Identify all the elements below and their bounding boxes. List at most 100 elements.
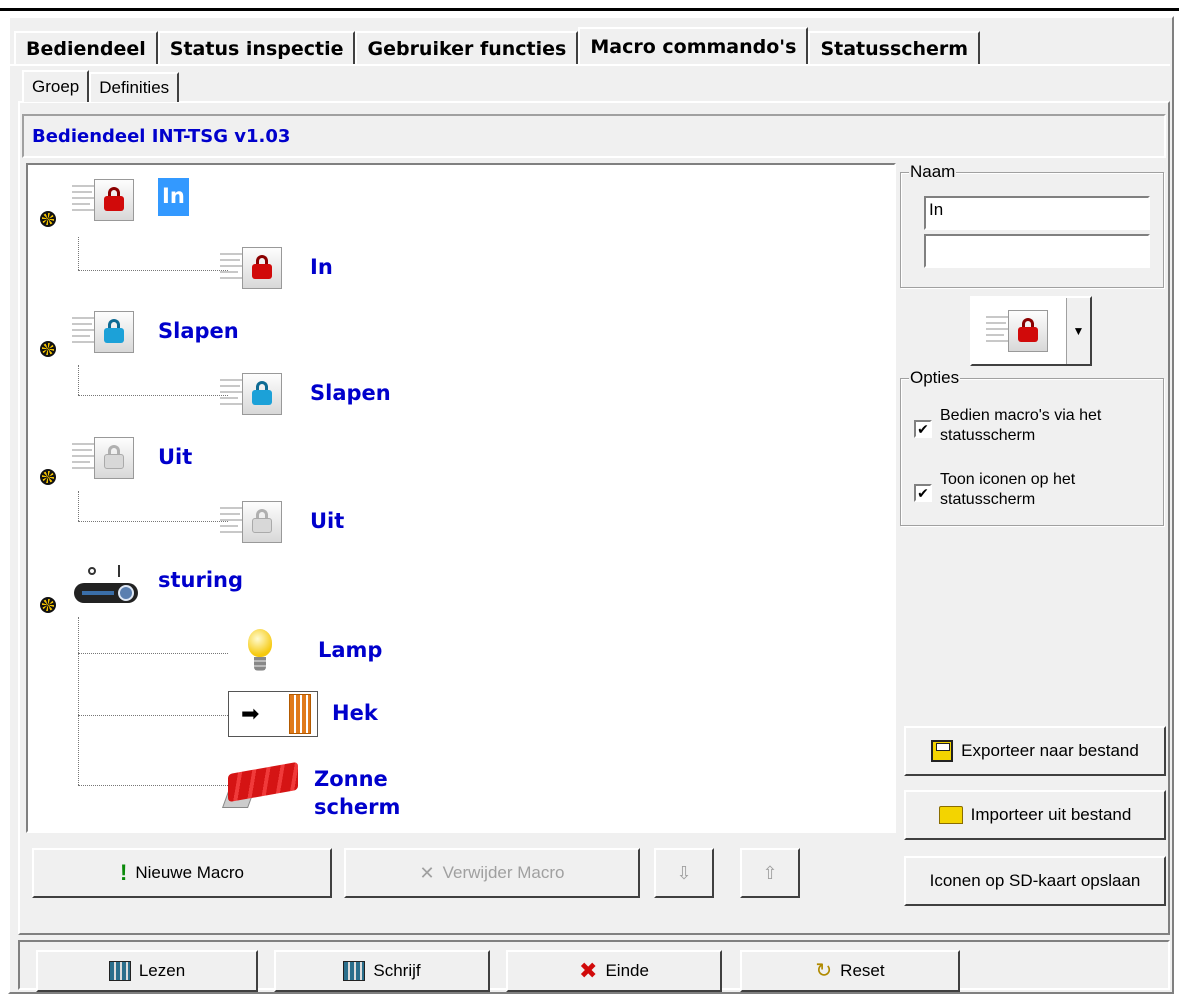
tree-group-slapen[interactable]: Slapen <box>72 307 239 357</box>
exclamation-icon: ! <box>120 860 128 885</box>
tree-item-in[interactable]: In <box>220 243 333 293</box>
save-icons-label: Iconen op SD-kaart opslaan <box>929 871 1141 890</box>
read-button[interactable]: Lezen <box>36 950 258 992</box>
switch-icon <box>72 561 142 611</box>
tab-gebruiker-functies[interactable]: Gebruiker functies <box>355 31 579 65</box>
tab-bediendeel[interactable]: Bediendeel <box>14 31 158 65</box>
tree-item-lamp[interactable]: Lamp <box>240 627 382 675</box>
tree-line <box>78 521 228 522</box>
naam-title: Naam <box>909 162 957 182</box>
tree-item-uit[interactable]: Uit <box>220 497 344 547</box>
tree-group-uit[interactable]: Uit <box>72 433 192 483</box>
tree-line <box>78 617 79 785</box>
tree-item-slapen[interactable]: Slapen <box>220 369 391 419</box>
subtab-groep[interactable]: Groep <box>22 70 90 102</box>
end-label: Einde <box>605 961 649 980</box>
top-border-line <box>0 8 1179 11</box>
tree-label[interactable]: Slapen <box>158 317 239 346</box>
import-button[interactable]: Importeer uit bestand <box>904 790 1166 840</box>
lock-grey-icon <box>72 433 142 483</box>
tree-line <box>78 785 228 786</box>
tree-label[interactable]: sturing <box>158 566 243 595</box>
export-label: Exporteer naar bestand <box>961 741 1139 760</box>
tree-expand-icon[interactable] <box>40 211 56 227</box>
tree-item-zonne-scherm[interactable]: Zonne scherm <box>221 755 400 822</box>
tree-label[interactable]: Uit <box>158 443 192 472</box>
tree-label[interactable]: Lamp <box>318 636 382 665</box>
awning-icon <box>221 762 302 812</box>
option-checkbox-2[interactable]: ✔ <box>914 484 932 502</box>
naam-field-2[interactable] <box>924 234 1150 268</box>
lock-blue-icon <box>220 369 290 419</box>
delete-x-icon: ✕ <box>419 863 435 883</box>
lock-red-icon <box>72 175 142 225</box>
write-button[interactable]: Schrijf <box>274 950 490 992</box>
option-checkbox-1[interactable]: ✔ <box>914 420 932 438</box>
read-label: Lezen <box>138 961 186 980</box>
export-button[interactable]: Exporteer naar bestand <box>904 726 1166 776</box>
tree-group-in[interactable]: In <box>72 175 189 225</box>
macro-tree[interactable]: In In Slapen Slapen Uit Uit sturing Lamp… <box>26 163 896 833</box>
save-icons-button[interactable]: Iconen op SD-kaart opslaan <box>904 856 1166 906</box>
tree-expand-icon[interactable] <box>40 469 56 485</box>
reset-icon: ↻ <box>815 960 833 982</box>
tree-line <box>78 365 79 395</box>
tab-macro-commandos[interactable]: Macro commando's <box>578 27 809 65</box>
chevron-down-icon[interactable]: ▼ <box>1066 298 1090 364</box>
tree-label[interactable]: Hek <box>332 699 378 728</box>
floppy-icon <box>931 740 954 762</box>
tree-label[interactable]: Slapen <box>310 379 391 408</box>
tree-label[interactable]: In <box>310 253 333 282</box>
tree-line <box>78 491 79 521</box>
tree-group-sturing[interactable]: sturing <box>72 561 243 611</box>
tree-label[interactable]: In <box>158 178 189 216</box>
bulb-icon <box>240 627 280 675</box>
main-tabs: Bediendeel Status inspectie Gebruiker fu… <box>14 27 981 65</box>
tree-line <box>78 237 79 270</box>
tab-divider <box>10 64 1170 66</box>
lock-red-icon <box>220 243 290 293</box>
opties-title: Opties <box>909 368 961 388</box>
reset-label: Reset <box>840 961 885 980</box>
device-title: Bediendeel INT-TSG v1.03 <box>32 126 291 147</box>
tree-line <box>78 653 228 654</box>
delete-macro-label: Verwijder Macro <box>442 863 565 882</box>
calculator-icon <box>108 961 131 981</box>
write-label: Schrijf <box>373 961 421 980</box>
tab-statusscherm[interactable]: Statusscherm <box>808 31 981 65</box>
tree-label-line1[interactable]: Zonne <box>314 765 400 793</box>
end-button[interactable]: ✖ Einde <box>506 950 722 992</box>
icon-picker[interactable]: ▼ <box>970 296 1092 366</box>
naam-field-1[interactable]: In <box>924 196 1150 230</box>
folder-icon <box>938 806 963 824</box>
device-header-bar: Bediendeel INT-TSG v1.03 <box>22 114 1166 158</box>
lock-red-icon <box>986 306 1056 356</box>
lock-blue-icon <box>72 307 142 357</box>
option-label-2: Toon iconen op het statusscherm <box>940 471 1076 508</box>
naam-group: Naam <box>900 162 1164 288</box>
option-label-1: Bedien macro's via het statusscherm <box>940 407 1102 444</box>
arrow-up-icon: ⇧ <box>762 863 778 883</box>
tree-expand-icon[interactable] <box>40 597 56 613</box>
tree-item-hek[interactable]: ➡ Hek <box>228 691 378 737</box>
tree-label[interactable]: Uit <box>310 507 344 536</box>
arrow-down-icon: ⇩ <box>676 863 692 883</box>
tab-status-inspectie[interactable]: Status inspectie <box>157 31 356 65</box>
new-macro-button[interactable]: ! Nieuwe Macro <box>32 848 332 898</box>
move-up-button[interactable]: ⇧ <box>740 848 800 898</box>
tree-line <box>78 715 228 716</box>
lock-grey-icon <box>220 497 290 547</box>
tree-label-line2[interactable]: scherm <box>314 793 400 821</box>
calculator-icon <box>343 961 366 981</box>
tree-line <box>78 395 228 396</box>
subtab-definities[interactable]: Definities <box>89 72 180 102</box>
import-label: Importeer uit bestand <box>970 805 1132 824</box>
new-macro-label: Nieuwe Macro <box>135 863 244 882</box>
move-down-button[interactable]: ⇩ <box>654 848 714 898</box>
delete-macro-button[interactable]: ✕ Verwijder Macro <box>344 848 640 898</box>
reset-button[interactable]: ↻ Reset <box>740 950 960 992</box>
gate-icon: ➡ <box>228 691 318 737</box>
tree-expand-icon[interactable] <box>40 341 56 357</box>
tree-line <box>78 270 228 271</box>
sub-tabs: Groep Definities <box>22 70 180 102</box>
